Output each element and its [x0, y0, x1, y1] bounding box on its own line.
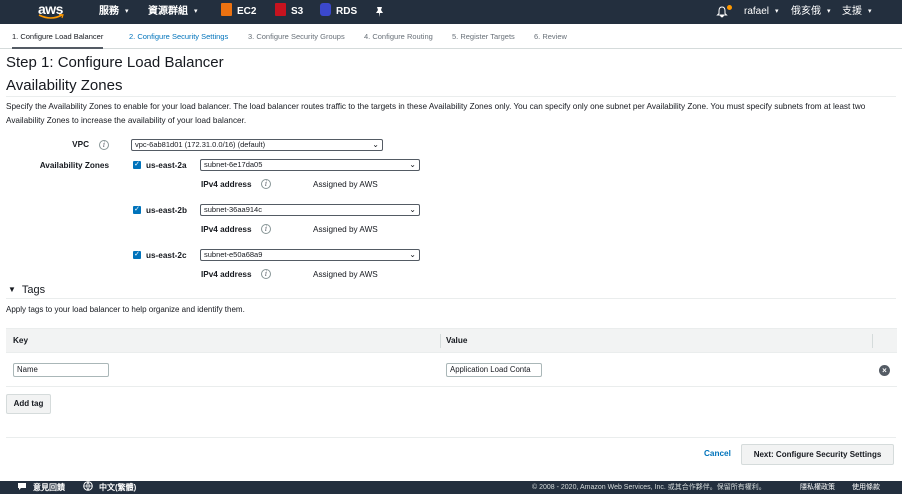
value-column-header: Value — [446, 336, 468, 345]
ipv4-label: IPv4 address — [201, 225, 252, 234]
copyright-text: © 2008 - 2020, Amazon Web Services, Inc.… — [532, 484, 766, 491]
wizard-step-3[interactable]: 3. Configure Security Groups — [248, 24, 345, 49]
ipv4-assigned: Assigned by AWS — [313, 225, 378, 234]
zone-checkbox-us-east-2c[interactable]: ✓ — [133, 251, 141, 259]
chevron-down-icon: ⌄ — [372, 140, 379, 149]
region-label: 俄亥俄 — [791, 6, 821, 17]
ec2-label: EC2 — [237, 6, 257, 17]
globe-icon — [83, 481, 93, 491]
ipv4-label: IPv4 address — [201, 180, 252, 189]
top-navigation-bar: aws 服務 ▾ 資源群組 ▾ EC2 S3 RDS rafael ▾ 俄亥俄 ▾ 支援… — [0, 0, 902, 24]
column-separator — [872, 334, 873, 348]
region-menu[interactable]: 俄亥俄 ▾ — [791, 0, 831, 24]
resource-groups-menu[interactable]: 資源群組 ▾ — [148, 0, 198, 24]
zone-name: us-east-2a — [146, 161, 187, 170]
language-selector[interactable]: 中文(繁體) — [83, 481, 136, 494]
info-icon[interactable]: i — [99, 140, 109, 150]
chevron-down-icon: ▾ — [125, 8, 129, 15]
add-tag-button[interactable]: Add tag — [6, 394, 51, 414]
subnet-select-us-east-2a[interactable]: subnet-6e17da05 ⌄ — [200, 159, 420, 171]
caret-down-icon: ▼ — [8, 285, 16, 294]
services-menu[interactable]: 服務 ▾ — [99, 0, 129, 24]
notification-dot — [727, 5, 732, 10]
info-icon[interactable]: i — [261, 269, 271, 279]
column-separator — [440, 334, 441, 348]
tag-key-input[interactable]: Name — [13, 363, 109, 377]
wizard-step-6[interactable]: 6. Review — [534, 24, 567, 49]
subnet-value: subnet-6e17da05 — [204, 160, 263, 169]
ipv4-label: IPv4 address — [201, 270, 252, 279]
wizard-step-5[interactable]: 5. Register Targets — [452, 24, 515, 49]
chevron-down-icon: ⌄ — [409, 205, 416, 214]
info-icon[interactable]: i — [261, 224, 271, 234]
rds-label: RDS — [336, 6, 358, 17]
vpc-select[interactable]: vpc-6ab81d01 (172.31.0.0/16) (default) ⌄ — [131, 139, 383, 151]
language-label: 中文(繁體) — [99, 483, 137, 492]
divider — [6, 437, 896, 438]
account-menu[interactable]: rafael ▾ — [744, 0, 779, 24]
wizard-step-4[interactable]: 4. Configure Routing — [364, 24, 433, 49]
s3-icon — [275, 3, 286, 16]
privacy-link[interactable]: 隱私權政策 — [800, 481, 835, 494]
tag-value-input[interactable]: Application Load Conta — [446, 363, 542, 377]
zone-name: us-east-2b — [146, 206, 187, 215]
s3-label: S3 — [291, 6, 304, 17]
wizard-step-2[interactable]: 2. Configure Security Settings — [129, 24, 228, 49]
subnet-select-us-east-2c[interactable]: subnet-e50a68a9 ⌄ — [200, 249, 420, 261]
section-description: Specify the Availability Zones to enable… — [6, 102, 866, 125]
chevron-down-icon: ⌄ — [409, 160, 416, 169]
terms-link[interactable]: 使用條款 — [852, 481, 880, 494]
chevron-down-icon: ▾ — [868, 8, 872, 15]
wizard-step-1[interactable]: 1. Configure Load Balancer — [12, 24, 104, 49]
ec2-shortcut[interactable]: EC2 — [221, 0, 256, 24]
info-icon[interactable]: i — [261, 179, 271, 189]
subnet-value: subnet-36aa914c — [204, 205, 262, 214]
vpc-label: VPC — [72, 140, 89, 149]
tags-title: Tags — [21, 284, 46, 296]
availability-zones-label: Availability Zones — [39, 161, 109, 170]
tags-section-toggle[interactable]: ▼ Tags — [8, 284, 45, 296]
tags-table-header: Key Value — [6, 328, 897, 353]
footer-bar: 意見回饋 中文(繁體) © 2008 - 2020, Amazon Web Se… — [0, 481, 902, 494]
vpc-select-value: vpc-6ab81d01 (172.31.0.0/16) (default) — [135, 140, 266, 149]
subnet-value: subnet-e50a68a9 — [204, 250, 263, 259]
remove-tag-icon[interactable]: × — [879, 365, 890, 376]
support-menu[interactable]: 支援 ▾ — [842, 0, 872, 24]
chevron-down-icon: ▾ — [827, 8, 831, 15]
zone-checkbox-us-east-2b[interactable]: ✓ — [133, 206, 141, 214]
cancel-button[interactable]: Cancel — [704, 449, 731, 458]
wizard-steps: 1. Configure Load Balancer 2. Configure … — [0, 24, 902, 49]
key-column-header: Key — [13, 336, 29, 345]
chevron-down-icon: ⌄ — [409, 250, 416, 259]
ipv4-assigned: Assigned by AWS — [313, 180, 378, 189]
aws-logo[interactable]: aws — [38, 2, 68, 22]
support-label: 支援 — [842, 6, 862, 17]
resource-groups-label: 資源群組 — [148, 6, 188, 17]
ipv4-assigned: Assigned by AWS — [313, 270, 378, 279]
feedback-icon — [18, 483, 26, 490]
zone-checkbox-us-east-2a[interactable]: ✓ — [133, 161, 141, 169]
feedback-link[interactable]: 意見回饋 — [17, 481, 65, 494]
page-title: Step 1: Configure Load Balancer — [6, 54, 224, 71]
zone-name: us-east-2c — [146, 251, 187, 260]
s3-shortcut[interactable]: S3 — [275, 0, 303, 24]
ec2-icon — [221, 3, 232, 16]
rds-icon — [320, 3, 331, 16]
divider — [6, 298, 896, 299]
chevron-down-icon: ▾ — [775, 8, 779, 15]
tags-description: Apply tags to your load balancer to help… — [6, 305, 245, 314]
feedback-label: 意見回饋 — [33, 483, 65, 492]
section-title: Availability Zones — [6, 77, 123, 94]
subnet-select-us-east-2b[interactable]: subnet-36aa914c ⌄ — [200, 204, 420, 216]
services-label: 服務 — [99, 6, 119, 17]
account-label: rafael — [744, 6, 770, 17]
next-button[interactable]: Next: Configure Security Settings — [741, 444, 894, 465]
chevron-down-icon: ▾ — [194, 8, 198, 15]
divider — [6, 96, 896, 97]
rds-shortcut[interactable]: RDS — [320, 0, 357, 24]
pin-icon[interactable] — [374, 6, 385, 18]
table-row: Name Application Load Conta × — [6, 353, 897, 387]
